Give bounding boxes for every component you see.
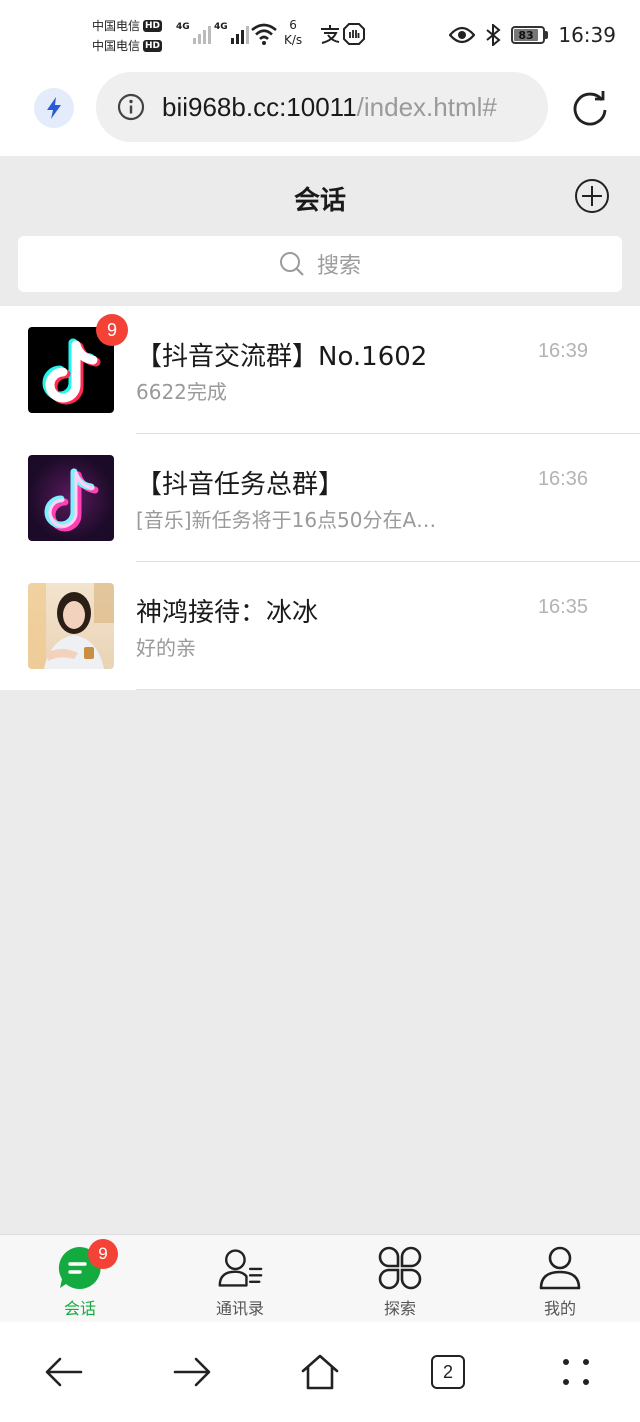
signal-icon: 4G [214, 22, 249, 44]
network-speed: 6 K/s [284, 18, 303, 47]
tab-label: 探索 [383, 1299, 416, 1318]
lightning-icon [47, 97, 61, 119]
home-icon [301, 1354, 339, 1390]
contacts-icon [217, 1245, 263, 1291]
carrier-info: 中国电信 HD 中国电信 HD [92, 16, 163, 56]
search-input[interactable]: 搜索 [18, 236, 622, 292]
divider [136, 689, 640, 690]
chat-preview: [音乐]新任务将于16点50分在A… [136, 508, 437, 532]
url-text[interactable]: bii968b.cc:10011/index.html# [162, 92, 497, 123]
app-header: 会话 搜索 [0, 156, 640, 306]
chat-time: 16:36 [537, 468, 588, 490]
hd-badge-2: HD [143, 40, 163, 52]
page-title: 会话 [293, 186, 346, 216]
alipay-icon [321, 25, 340, 44]
chat-item-douyin-task-group[interactable]: 【抖音任务总群】 [音乐]新任务将于16点50分在A… 16:36 [0, 434, 640, 562]
chat-item-reception[interactable]: 神鸿接待：冰冰 好的亲 16:35 [0, 562, 640, 690]
menu-button[interactable] [556, 1352, 596, 1392]
tab-label: 会话 [63, 1299, 96, 1318]
search-placeholder: 搜索 [316, 254, 361, 279]
add-circle-icon[interactable] [574, 178, 610, 214]
browser-bar: bii968b.cc:10011/index.html# [0, 72, 640, 156]
chat-name: 【抖音任务总群】 [136, 470, 345, 500]
carrier-1-label: 中国电信 [92, 19, 141, 33]
chat-preview: 6622完成 [136, 380, 227, 404]
tab-explore[interactable]: 探索 [320, 1235, 480, 1322]
tab-me[interactable]: 我的 [480, 1235, 640, 1322]
tab-label: 我的 [543, 1299, 576, 1318]
url-host: bii968b.cc:10011 [162, 91, 357, 122]
bottom-tab-bar: 9 会话 通讯录 探索 我的 [0, 1234, 640, 1322]
tabs-button[interactable]: 2 [428, 1352, 468, 1392]
chat-name: 【抖音交流群】No.1602 [136, 342, 428, 372]
status-right-group: 83 16:39 [449, 22, 616, 48]
reload-icon[interactable] [570, 88, 610, 128]
eye-icon [449, 26, 476, 44]
neon-tiktok-avatar [28, 455, 114, 541]
search-icon [279, 252, 304, 276]
home-button[interactable] [300, 1352, 340, 1392]
forward-button[interactable] [172, 1352, 212, 1392]
arrow-left-icon [45, 1357, 83, 1387]
chat-preview: 好的亲 [136, 636, 196, 660]
explore-icon [377, 1245, 423, 1291]
status-bar: 中国电信 HD 中国电信 HD 4G 4G 6 K/s 83 16:39 [0, 0, 640, 72]
chat-time: 16:39 [537, 340, 588, 362]
tab-label: 通讯录 [215, 1299, 264, 1318]
wifi-icon [251, 23, 277, 45]
tab-count: 2 [431, 1355, 465, 1389]
carrier-2-label: 中国电信 [92, 39, 141, 53]
tab-contacts[interactable]: 通讯录 [160, 1235, 320, 1322]
shield-icon [343, 23, 365, 45]
more-dots-icon [563, 1359, 589, 1385]
chat-time: 16:35 [537, 596, 588, 618]
browser-nav-bar: 2 [0, 1322, 640, 1422]
url-path: /index.html# [356, 91, 497, 122]
user-photo-avatar [28, 583, 114, 669]
status-time: 16:39 [558, 23, 616, 47]
user-icon [537, 1245, 583, 1291]
speed-mode-button[interactable] [34, 88, 74, 128]
back-button[interactable] [44, 1352, 84, 1392]
chat-name: 神鸿接待：冰冰 [136, 598, 319, 628]
bluetooth-icon [486, 24, 501, 46]
chat-item-douyin-exchange-group[interactable]: 9 【抖音交流群】No.1602 6622完成 16:39 [0, 306, 640, 434]
unread-badge: 9 [88, 1239, 118, 1269]
tab-conversations[interactable]: 9 会话 [0, 1235, 160, 1322]
signal-icon: 4G [176, 22, 211, 44]
battery-icon: 83 [511, 26, 549, 44]
address-bar[interactable]: bii968b.cc:10011/index.html# [96, 72, 548, 142]
arrow-right-icon [173, 1357, 211, 1387]
unread-badge: 9 [96, 314, 128, 346]
chat-list: 9 【抖音交流群】No.1602 6622完成 16:39 【抖音任务总群】 [… [0, 306, 640, 690]
hd-badge-1: HD [143, 20, 163, 32]
info-icon[interactable] [116, 92, 146, 122]
